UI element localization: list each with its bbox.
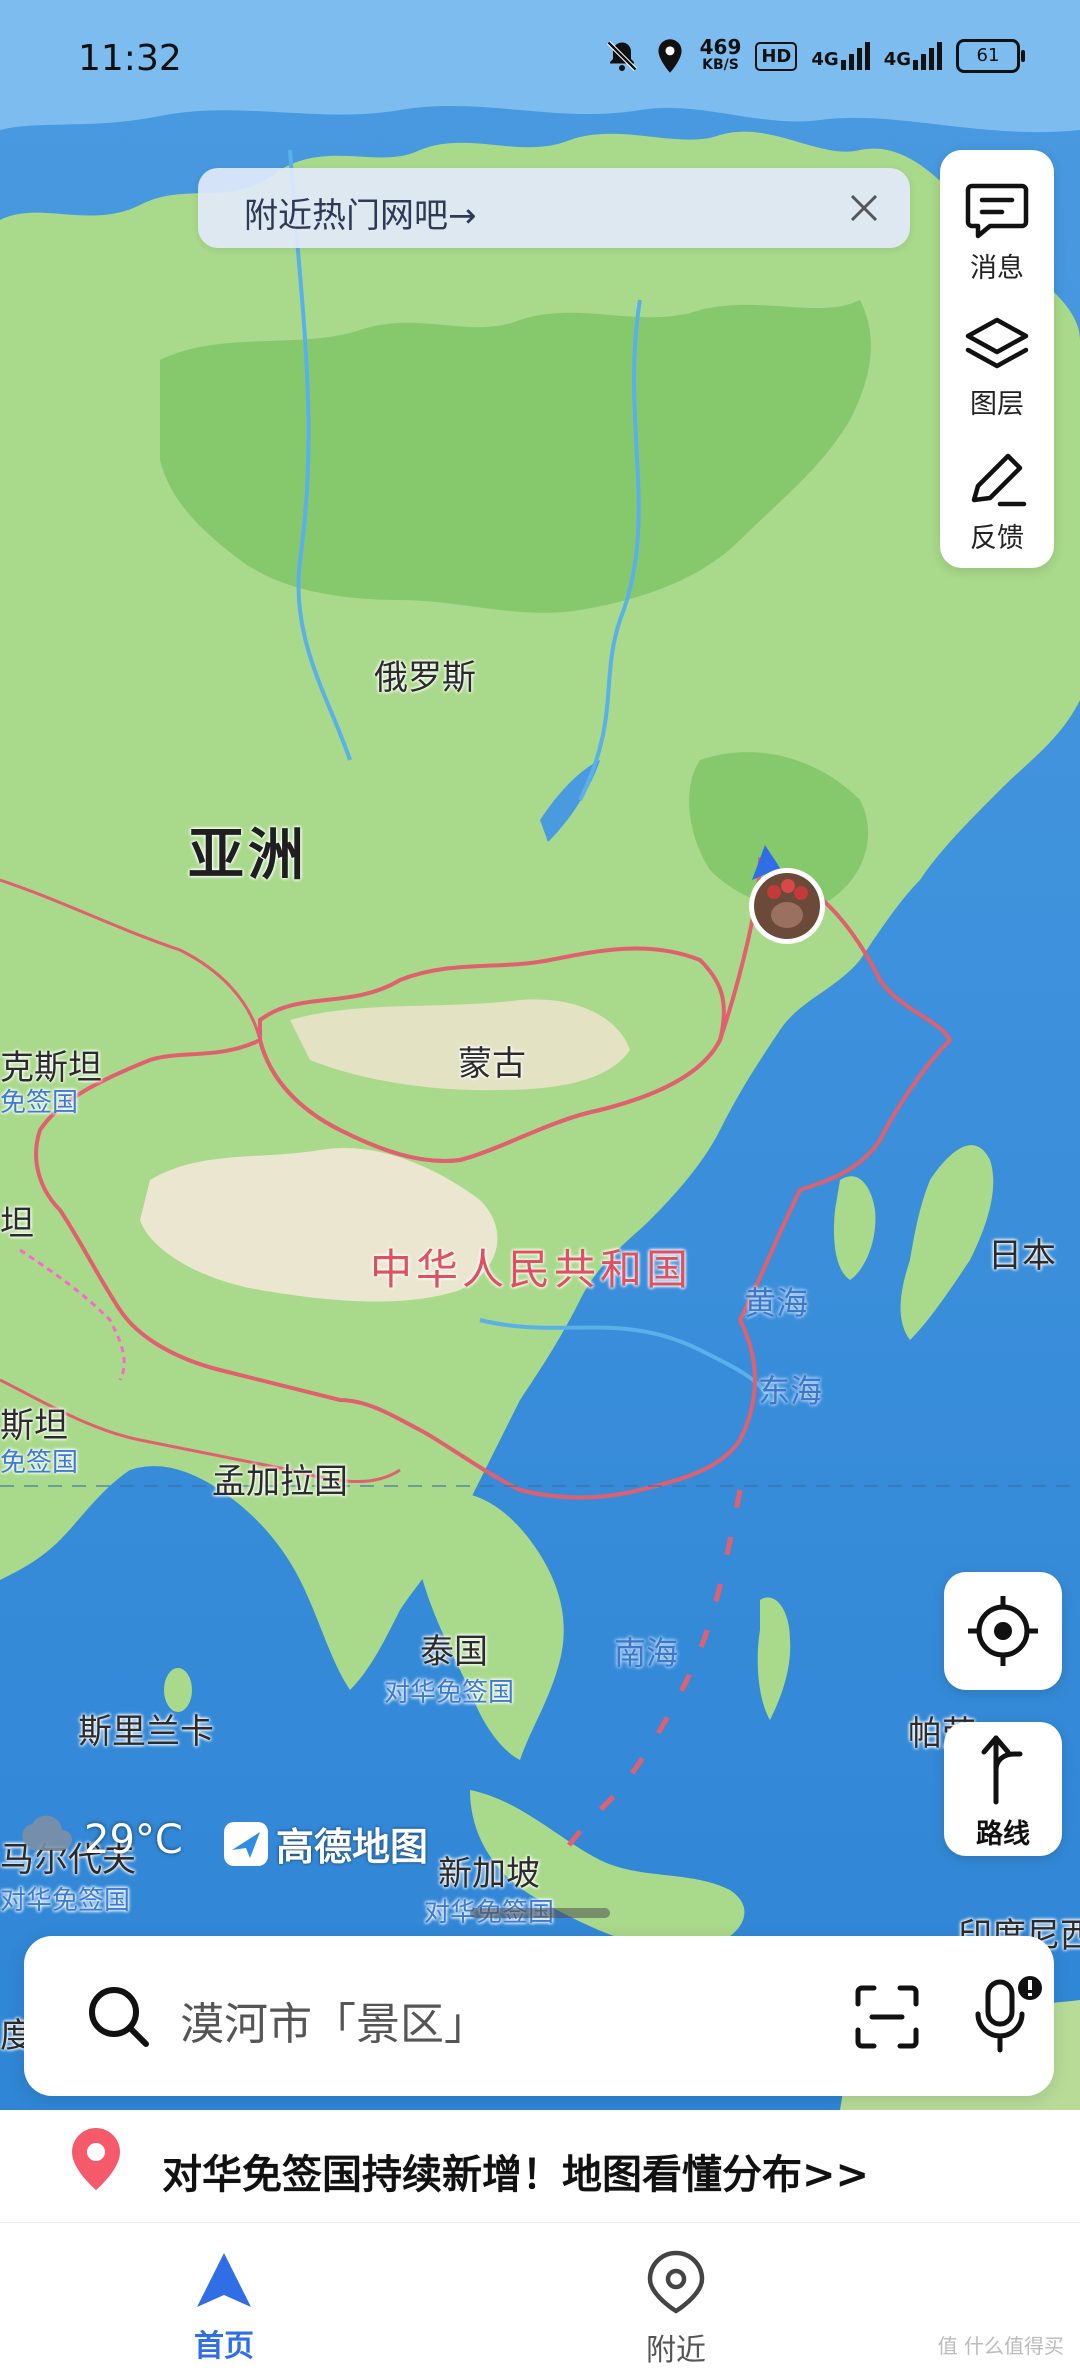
mute-bell-icon [606, 40, 637, 72]
signal-1: 4G [811, 42, 870, 70]
scan-icon[interactable] [854, 1984, 920, 2050]
cloud-rain-icon [22, 1815, 72, 1865]
label-china[interactable]: 中华人民共和国 [370, 1236, 692, 1297]
label-south-sea[interactable]: 南海 [614, 1628, 678, 1674]
route-button[interactable]: 路线 [944, 1722, 1062, 1856]
hd-badge: HD [755, 41, 798, 71]
app-root: 俄罗斯 亚洲 蒙古 中华人民共和国 黄海 东海 日本 孟加拉国 泰国 对华免签国… [0, 0, 1080, 2376]
battery-icon: 61 [956, 39, 1025, 73]
label-yellow-sea[interactable]: 黄海 [744, 1278, 808, 1324]
status-bar: 11:32 469 KB/S HD 4G 4G 61 [0, 0, 1080, 118]
search-icon [89, 1987, 149, 2047]
tool-layers-label: 图层 [970, 389, 1024, 420]
amap-logo-text: 高德地图 [276, 1825, 429, 1869]
drag-handle[interactable] [470, 1908, 610, 1918]
nearby-pin-icon [647, 2250, 705, 2314]
label-mongolia[interactable]: 蒙古 [458, 1036, 526, 1085]
avatar-flower [781, 879, 795, 893]
weather-widget[interactable]: 29°C [14, 1810, 183, 1870]
map-graphic [0, 0, 1080, 2110]
label-pakistan-partial[interactable]: 斯坦 [0, 1398, 68, 1447]
search-input[interactable]: 漠河市「景区」 [180, 1988, 488, 2052]
network-speed: 469 KB/S [699, 35, 742, 74]
label-japan[interactable]: 日本 [988, 1228, 1056, 1277]
label-bangladesh[interactable]: 孟加拉国 [212, 1454, 348, 1503]
message-icon [965, 183, 1029, 239]
battery-level: 61 [976, 45, 1000, 66]
nav-nearby-label: 附近 [646, 2333, 706, 2368]
speed-value: 469 [699, 35, 742, 59]
tool-messages-label: 消息 [970, 253, 1024, 284]
status-time: 11:32 [78, 38, 182, 79]
tool-feedback-label: 反馈 [970, 523, 1024, 554]
route-arrow-icon [981, 1735, 1023, 1805]
close-icon[interactable] [836, 180, 892, 236]
bottom-nav: 首页 附近 值 什么值得买 [0, 2222, 1080, 2376]
amap-logo: 高德地图 [222, 1816, 428, 1871]
location-icon [658, 39, 682, 73]
red-pin-icon [72, 2128, 120, 2190]
nav-home-label: 首页 [194, 2329, 254, 2364]
banner-text[interactable]: 附近热门网吧→ [244, 188, 477, 237]
layers-icon [965, 317, 1029, 369]
watermark: 值 什么值得买 [937, 2334, 1064, 2358]
status-icons: 469 KB/S HD 4G 4G 61 [604, 35, 1025, 74]
promo-text[interactable]: 对华免签国持续新增！地图看懂分布>> [162, 2142, 869, 2200]
label-thailand[interactable]: 泰国 [420, 1624, 488, 1673]
mic-icon[interactable] [972, 1974, 1046, 2056]
avatar-flower [794, 886, 808, 900]
net-type-1: 4G [811, 49, 839, 70]
label-thailand-visa: 对华免签国 [384, 1678, 515, 1708]
net-type-2: 4G [883, 49, 911, 70]
avatar-flower [767, 885, 781, 899]
label-east-sea[interactable]: 东海 [758, 1366, 822, 1412]
signal-icon [840, 42, 870, 70]
home-arrow-icon [197, 2253, 251, 2307]
amap-logo-icon [224, 1821, 268, 1866]
feedback-icon [971, 453, 1027, 507]
label-sri-lanka[interactable]: 斯里兰卡 [78, 1704, 214, 1753]
locate-button[interactable] [944, 1572, 1062, 1690]
label-kazakhstan-visa: 免签国 [0, 1088, 79, 1118]
nav-home[interactable]: 首页 [124, 2249, 324, 2365]
map-canvas[interactable]: 俄罗斯 亚洲 蒙古 中华人民共和国 黄海 东海 日本 孟加拉国 泰国 对华免签国… [0, 0, 1080, 2110]
signal-icon [913, 42, 942, 70]
nearby-internet-cafe-banner[interactable]: 附近热门网吧→ [198, 168, 910, 248]
nav-nearby[interactable]: 附近 [576, 2249, 776, 2369]
weather-temp: 29°C [84, 1817, 183, 1863]
label-tan-partial[interactable]: 坦 [0, 1196, 34, 1245]
search-box[interactable]: 漠河市「景区」 [24, 1936, 1054, 2096]
route-label: 路线 [976, 1819, 1030, 1850]
label-maldives-visa: 对华免签国 [0, 1886, 131, 1916]
signal-2: 4G [884, 42, 942, 70]
label-singapore[interactable]: 新加坡 [438, 1846, 540, 1895]
label-asia[interactable]: 亚洲 [188, 810, 308, 891]
label-pakistan-visa: 免签国 [0, 1448, 79, 1478]
promo-banner[interactable]: 对华免签国持续新增！地图看懂分布>> [0, 2110, 1080, 2222]
locate-icon [968, 1596, 1038, 1666]
speed-unit: KB/S [702, 57, 739, 73]
tool-messages[interactable]: 消息 [940, 162, 1054, 292]
label-russia[interactable]: 俄罗斯 [374, 650, 476, 699]
tool-feedback[interactable]: 反馈 [940, 432, 1054, 562]
tool-layers[interactable]: 图层 [940, 298, 1054, 428]
avatar-face [771, 902, 803, 928]
map-tools-panel: 消息 图层 反馈 [940, 150, 1054, 568]
